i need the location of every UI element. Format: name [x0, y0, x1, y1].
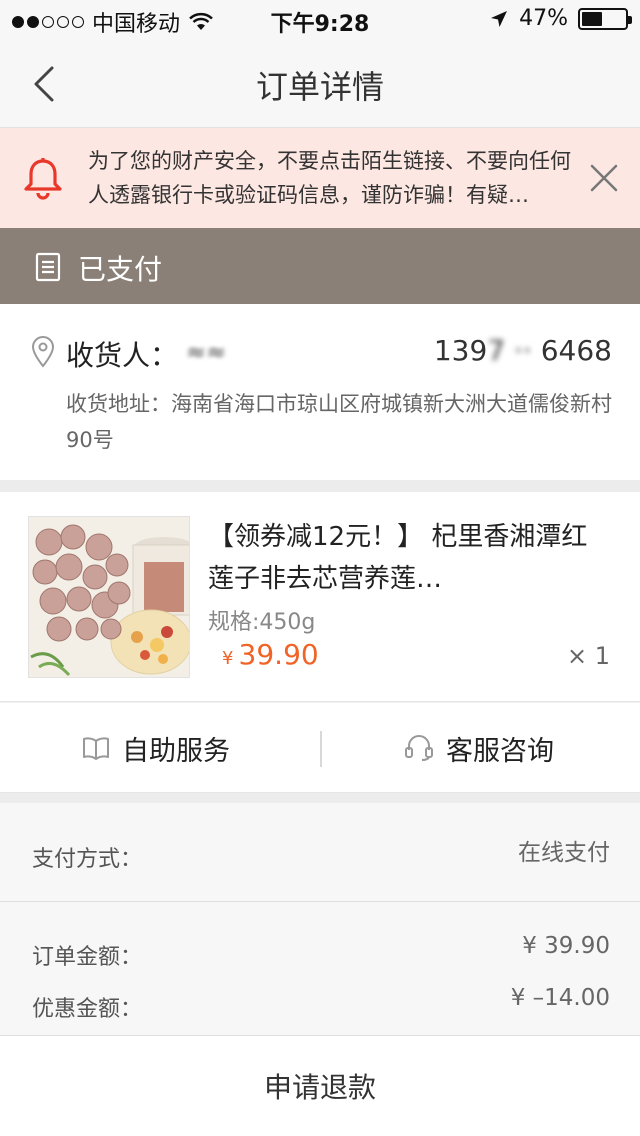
service-row: 自助服务 客服咨询	[0, 703, 640, 793]
receiver-name: ≈≈	[186, 338, 227, 366]
status-bar: 中国移动 下午9:28 47%	[0, 0, 640, 40]
product-title[interactable]: 【领券减12元！】 杞里香湘潭红莲子非去芯营养莲…	[208, 516, 588, 600]
product-item[interactable]: 【领券减12元！】 杞里香湘潭红莲子非去芯营养莲… 规格:450g ¥ 39.9…	[0, 492, 640, 702]
lotus-seed-image	[29, 517, 189, 677]
phone-masked: 7 ··	[487, 334, 541, 367]
receiver-label: 收货人：	[66, 339, 179, 372]
page-title: 订单详情	[255, 68, 384, 106]
refund-button[interactable]: 申请退款	[0, 1066, 640, 1106]
close-icon[interactable]	[588, 162, 620, 194]
section-gap	[0, 793, 640, 803]
address-line: 收货地址：海南省海口市琼山区府城镇新大洲大道儒俊新村90号	[66, 386, 616, 458]
product-price: ¥ 39.90	[222, 638, 319, 671]
battery-percent: 47%	[519, 6, 568, 31]
order-status-label: 已支付	[78, 253, 163, 286]
order-amount-value: ¥ 39.90	[522, 933, 610, 959]
phone-prefix: 139	[433, 334, 488, 367]
payment-method-value: 在线支付	[518, 840, 610, 866]
battery-icon	[578, 7, 632, 30]
phone-suffix: 6468	[540, 334, 612, 367]
product-spec: 规格:450g	[208, 610, 316, 635]
fraud-warning-banner: 为了您的财产安全，不要点击陌生链接、不要向任何人透露银行卡或验证码信息，谨防诈骗…	[0, 128, 640, 228]
headset-icon	[405, 735, 433, 761]
discount-amount-value: ¥ –14.00	[510, 985, 610, 1011]
shipping-address-card: 收货人： ≈≈ 1397 ·· 6468 收货地址：海南省海口市琼山区府城镇新大…	[0, 304, 640, 480]
status-right: 47%	[489, 6, 632, 31]
nav-bar: 订单详情	[0, 40, 640, 128]
order-detail-page: 中国移动 下午9:28 47% 订单详情 为了您的财产安全，不要点击陌生链接、不…	[0, 0, 640, 1136]
receiver-phone: 1397 ·· 6468	[434, 334, 612, 367]
document-icon	[35, 252, 61, 282]
address-label: 收货地址：	[66, 392, 171, 416]
price-value: 39.90	[238, 638, 319, 671]
order-status-bar: 已支付	[0, 228, 640, 304]
bell-icon	[24, 158, 62, 200]
payment-details: 支付方式： 在线支付 订单金额： ¥ 39.90 优惠金额： ¥ –14.00	[0, 803, 640, 1035]
currency-symbol: ¥	[222, 648, 234, 669]
warning-text[interactable]: 为了您的财产安全，不要点击陌生链接、不要向任何人透露银行卡或验证码信息，谨防诈骗…	[88, 144, 574, 214]
location-arrow-icon	[491, 10, 508, 27]
payment-method-label: 支付方式：	[32, 847, 143, 872]
order-amount-label: 订单金额：	[32, 945, 143, 970]
product-image[interactable]	[28, 516, 190, 678]
section-gap	[0, 480, 640, 492]
customer-service-button[interactable]: 客服咨询	[404, 703, 554, 793]
product-quantity: × 1	[566, 642, 610, 670]
bottom-bar: 申请退款	[0, 1035, 640, 1136]
self-service-label: 自助服务	[122, 735, 230, 767]
discount-amount-label: 优惠金额：	[32, 997, 143, 1022]
battery-fill	[582, 11, 602, 26]
location-pin-icon	[31, 336, 55, 368]
payment-divider	[0, 901, 640, 902]
customer-service-label: 客服咨询	[446, 735, 554, 767]
book-icon	[83, 737, 109, 760]
service-divider	[320, 731, 322, 767]
self-service-button[interactable]: 自助服务	[82, 703, 230, 793]
